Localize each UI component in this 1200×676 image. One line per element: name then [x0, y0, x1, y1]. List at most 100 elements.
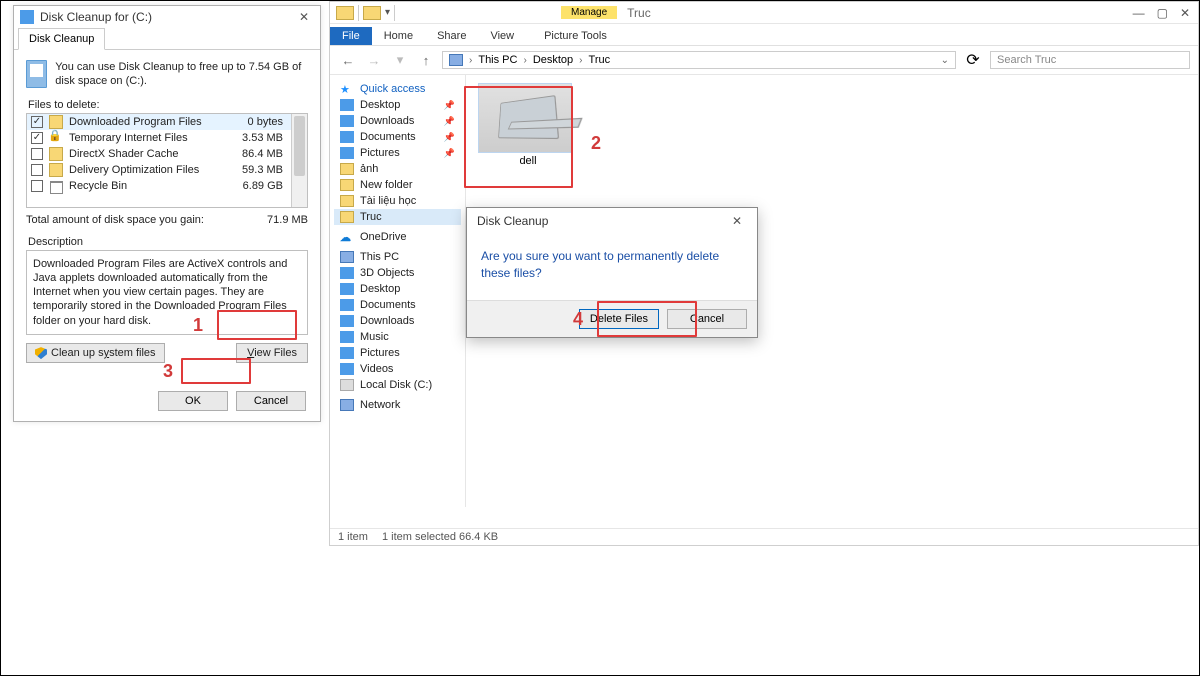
tab-file[interactable]: File — [330, 27, 372, 45]
3d-icon — [340, 267, 354, 279]
disk-cleanup-tabs: Disk Cleanup — [14, 28, 320, 50]
file-checkbox[interactable]: ✓ — [31, 132, 43, 144]
window-title: Truc — [617, 2, 661, 24]
downloads-icon — [340, 115, 354, 127]
nav-quick-access[interactable]: Quick access — [360, 83, 425, 95]
pictures-icon — [340, 147, 354, 159]
file-list-scrollbar[interactable] — [291, 114, 307, 207]
callout-number-2: 2 — [591, 133, 601, 154]
nav-tailieu[interactable]: Tài liệu học — [360, 195, 416, 207]
description-text: Downloaded Program Files are ActiveX con… — [26, 250, 308, 335]
file-item-label: dell — [478, 153, 578, 169]
file-size: 3.53 MB — [232, 132, 287, 144]
file-size: 0 bytes — [232, 116, 287, 128]
file-name: Delivery Optimization Files — [69, 164, 226, 176]
status-items: 1 item — [338, 531, 368, 543]
search-input[interactable]: Search Truc — [990, 51, 1190, 69]
status-selection: 1 item selected 66.4 KB — [382, 531, 498, 543]
crumb-truc[interactable]: Truc — [589, 54, 611, 66]
folder-icon — [363, 6, 381, 20]
delete-files-button[interactable]: Delete Files — [579, 309, 659, 329]
disk-cleanup-intro: You can use Disk Cleanup to free up to 7… — [55, 60, 308, 89]
nav-onedrive[interactable]: OneDrive — [360, 231, 406, 243]
nav-up-icon[interactable]: ↑ — [416, 50, 436, 70]
file-list-row[interactable]: ✓ Downloaded Program Files 0 bytes — [27, 114, 291, 130]
crumb-desktop[interactable]: Desktop — [533, 54, 573, 66]
tab-share[interactable]: Share — [425, 27, 478, 45]
nav-videos[interactable]: Videos — [360, 363, 393, 375]
confirm-cancel-button[interactable]: Cancel — [667, 309, 747, 329]
nav-desktop[interactable]: Desktop — [360, 99, 400, 111]
desktop-icon — [340, 99, 354, 111]
file-checkbox[interactable] — [31, 180, 43, 192]
network-icon — [340, 399, 354, 411]
desktop-icon — [340, 283, 354, 295]
nav-new-folder[interactable]: New folder — [360, 179, 413, 191]
description-label: Description — [28, 236, 306, 248]
close-icon[interactable]: ✕ — [727, 214, 747, 228]
nav-downloads-2[interactable]: Downloads — [360, 315, 414, 327]
nav-pictures-2[interactable]: Pictures — [360, 347, 400, 359]
nav-recent-icon[interactable]: ▾ — [390, 50, 410, 70]
disk-cleanup-titlebar[interactable]: Disk Cleanup for (C:) ✕ — [14, 6, 320, 28]
music-icon — [340, 331, 354, 343]
quick-access-toolbar[interactable]: ▾ — [330, 3, 401, 23]
qat-dropdown-icon[interactable]: ▾ — [385, 7, 390, 18]
pin-icon: 📌 — [444, 116, 455, 127]
cancel-button[interactable]: Cancel — [236, 391, 306, 411]
nav-documents[interactable]: Documents — [360, 131, 416, 143]
file-size: 86.4 MB — [232, 148, 287, 160]
nav-downloads[interactable]: Downloads — [360, 115, 414, 127]
close-icon[interactable]: ✕ — [1180, 6, 1190, 20]
nav-pictures[interactable]: Pictures — [360, 147, 400, 159]
tab-view[interactable]: View — [478, 27, 526, 45]
file-list-row[interactable]: ✓ Temporary Internet Files 3.53 MB — [27, 130, 291, 146]
confirm-message: Are you sure you want to permanently del… — [467, 234, 757, 300]
close-icon[interactable]: ✕ — [294, 10, 314, 24]
tab-disk-cleanup[interactable]: Disk Cleanup — [18, 28, 105, 50]
file-list-row[interactable]: Recycle Bin6.89 GB — [27, 178, 291, 194]
refresh-icon[interactable]: ⟳ — [962, 50, 984, 70]
callout-number-1: 1 — [193, 315, 203, 336]
folder-icon — [340, 179, 354, 191]
nav-music[interactable]: Music — [360, 331, 389, 343]
file-name: Recycle Bin — [69, 180, 226, 192]
delete-confirmation-dialog: Disk Cleanup ✕ Are you sure you want to … — [466, 207, 758, 338]
nav-truc[interactable]: Truc — [360, 211, 382, 223]
file-name: Downloaded Program Files — [69, 116, 226, 128]
breadcrumb[interactable]: › This PC › Desktop › Truc ⌄ — [442, 51, 956, 69]
view-files-button[interactable]: View Files — [236, 343, 308, 363]
files-to-delete-list[interactable]: ✓ Downloaded Program Files 0 bytes ✓ Tempora… — [26, 113, 308, 208]
chevron-down-icon[interactable]: ⌄ — [941, 55, 949, 66]
nav-this-pc[interactable]: This PC — [360, 251, 399, 263]
pictures-icon — [340, 347, 354, 359]
nav-back-icon[interactable]: ← — [338, 50, 358, 70]
nav-desktop-2[interactable]: Desktop — [360, 283, 400, 295]
nav-forward-icon[interactable]: → — [364, 50, 384, 70]
file-checkbox[interactable] — [31, 148, 43, 160]
file-name: Temporary Internet Files — [69, 132, 226, 144]
navigation-pane[interactable]: ★Quick access Desktop📌 Downloads📌 Docume… — [330, 75, 466, 507]
explorer-window: ▾ Manage Truc — ▢ ✕ File Home Share View… — [329, 1, 1199, 546]
nav-network[interactable]: Network — [360, 399, 400, 411]
minimize-icon[interactable]: — — [1133, 6, 1145, 20]
nav-3d[interactable]: 3D Objects — [360, 267, 414, 279]
file-item-dell[interactable]: dell — [478, 83, 578, 169]
callout-number-3: 3 — [163, 361, 173, 382]
nav-anh[interactable]: ảnh — [360, 163, 378, 175]
drive-icon — [26, 60, 47, 88]
clean-up-system-files-button[interactable]: Clean up system files — [26, 343, 165, 363]
documents-icon — [340, 299, 354, 311]
file-checkbox[interactable] — [31, 164, 43, 176]
crumb-this-pc[interactable]: This PC — [478, 54, 517, 66]
nav-localdisk[interactable]: Local Disk (C:) — [360, 379, 432, 391]
file-list-row[interactable]: Delivery Optimization Files59.3 MB — [27, 162, 291, 178]
file-list-row[interactable]: DirectX Shader Cache86.4 MB — [27, 146, 291, 162]
onedrive-icon: ☁ — [340, 231, 354, 243]
tab-home[interactable]: Home — [372, 27, 425, 45]
nav-documents-2[interactable]: Documents — [360, 299, 416, 311]
ok-button[interactable]: OK — [158, 391, 228, 411]
tab-picture-tools[interactable]: Picture Tools — [532, 27, 619, 45]
maximize-icon[interactable]: ▢ — [1157, 6, 1168, 20]
file-checkbox[interactable]: ✓ — [31, 116, 43, 128]
